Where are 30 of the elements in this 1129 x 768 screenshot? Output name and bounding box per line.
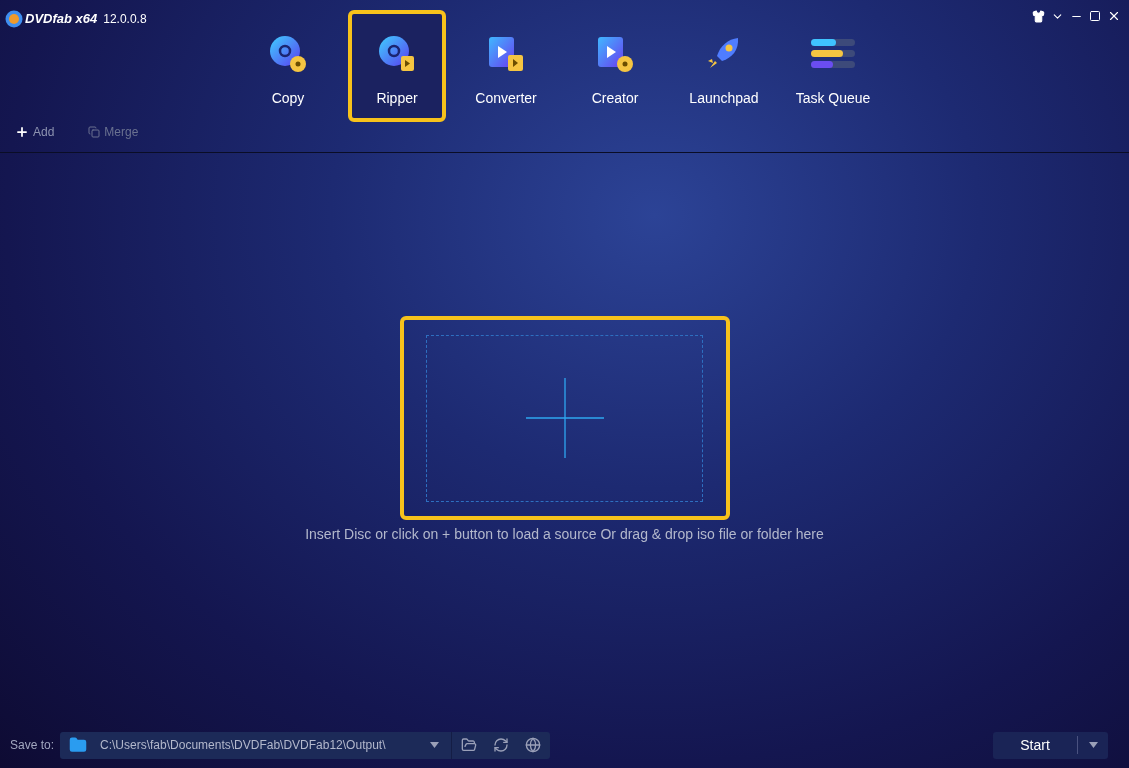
close-icon[interactable] — [1107, 9, 1121, 23]
module-tab[interactable]: Converter — [457, 10, 555, 122]
module-tab[interactable]: Ripper — [348, 10, 446, 122]
module-tab[interactable]: Creator — [566, 10, 664, 122]
module-tab[interactable]: Task Queue — [784, 10, 882, 122]
overlapping-squares-icon — [88, 126, 101, 138]
add-button[interactable]: Add — [15, 123, 55, 141]
add-source-plus-icon — [525, 378, 604, 458]
dropdown-caret-icon[interactable] — [430, 742, 440, 748]
disc-icon — [268, 34, 308, 74]
module-tab[interactable]: Copy — [239, 10, 337, 122]
output-path-field[interactable]: C:\Users\fab\Documents\DVDFab\DVDFab12\Output\ — [60, 731, 551, 759]
drop-hint: Insert Disc or click on + button to load a source Or drag & drop iso file or folder here — [305, 525, 824, 544]
browse-folder-icon[interactable] — [461, 737, 478, 753]
skin-icon[interactable] — [1032, 9, 1045, 23]
film-icon — [486, 34, 526, 74]
maximize-icon[interactable] — [1089, 10, 1101, 22]
refresh-icon[interactable] — [493, 737, 510, 753]
logo-icon — [5, 9, 23, 28]
film-disc-icon — [595, 34, 635, 74]
module-tab[interactable]: Launchpad — [675, 10, 773, 122]
folder-icon — [69, 736, 88, 754]
app-version: 12.0.0.8 — [103, 10, 147, 28]
disc-film-icon — [377, 34, 417, 74]
app-logo: DVDfab x64 — [25, 10, 98, 28]
plus-icon — [15, 125, 29, 139]
save-to-label: Save to: — [10, 737, 55, 754]
queue-bars-icon — [811, 37, 855, 71]
globe-icon[interactable] — [525, 737, 542, 753]
output-path: C:\Users\fab\Documents\DVDFab\DVDFab12\Output\ — [100, 737, 387, 754]
